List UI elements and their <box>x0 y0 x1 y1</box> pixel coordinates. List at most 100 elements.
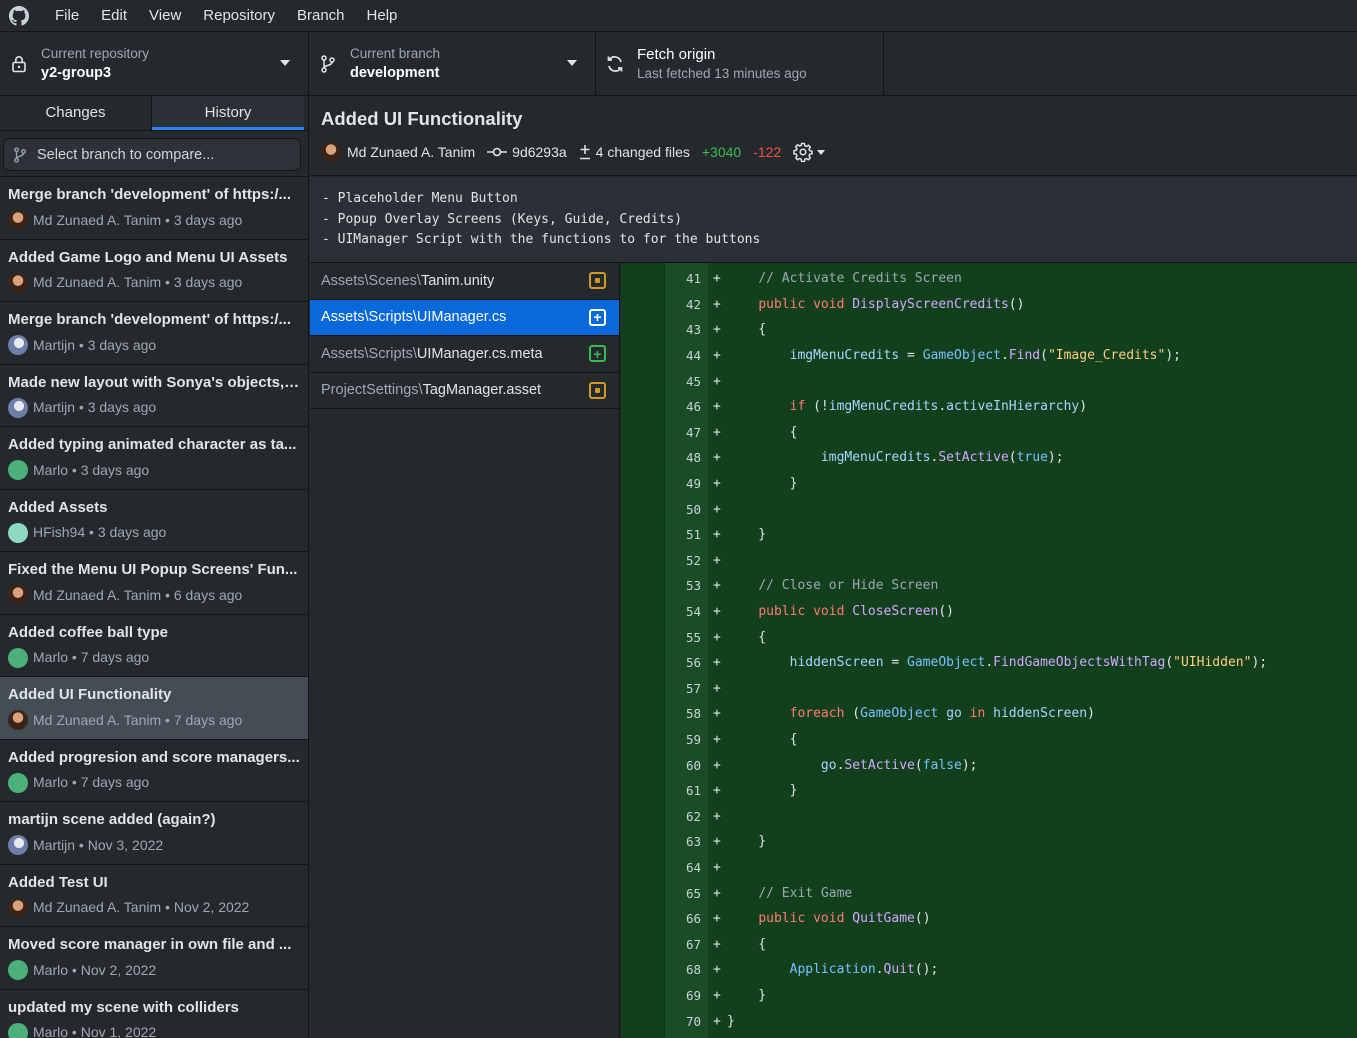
current-branch-button[interactable]: Current branch development <box>309 32 596 95</box>
diff-line-number[interactable]: 43 <box>621 322 703 337</box>
commit-list-item[interactable]: Added UI Functionality Md Zunaed A. Tanim… <box>0 677 308 740</box>
commit-list-item-time: Nov 2, 2022 <box>173 899 250 915</box>
changed-files-count: 4 changed files <box>595 144 690 160</box>
commit-list-item[interactable]: Merge branch 'development' of https:/...… <box>0 177 308 240</box>
code-token: Application <box>789 962 876 978</box>
diff-line-sign: + <box>713 808 721 824</box>
commit-list-item[interactable]: updated my scene with colliders Marlo • N… <box>0 990 308 1038</box>
diff-view[interactable]: 41 + // Activate Credits Screen 42 + public… <box>621 263 1357 1038</box>
diff-line-number[interactable]: 54 <box>621 604 703 619</box>
changed-file-item[interactable]: Assets\Scripts\ UIManager.cs + <box>310 299 619 336</box>
diff-line-number[interactable]: 49 <box>621 476 703 491</box>
commit-list-item-author: Marlo <box>33 461 69 478</box>
branch-compare-input[interactable]: Select branch to compare... <box>3 138 301 171</box>
tab-changes[interactable]: Changes <box>0 96 152 130</box>
menu-file[interactable]: File <box>44 0 90 31</box>
menu-branch[interactable]: Branch <box>286 0 356 31</box>
commit-sha[interactable]: 9d6293a <box>512 144 567 160</box>
diff-line-number[interactable]: 44 <box>621 348 703 363</box>
diff-line-number[interactable]: 67 <box>621 937 703 952</box>
diff-line-number[interactable]: 55 <box>621 630 703 645</box>
diff-line-number[interactable]: 65 <box>621 886 703 901</box>
diff-line-sign: + <box>713 501 721 517</box>
diff-line-number[interactable]: 52 <box>621 553 703 568</box>
deletions-count: -122 <box>753 144 782 160</box>
code-token: { <box>727 629 767 645</box>
bullet-separator: • <box>161 274 174 290</box>
current-repository-button[interactable]: Current repository y2-group3 <box>0 32 309 95</box>
diff-line-number[interactable]: 62 <box>621 809 703 824</box>
diff-line-code: foreach (GameObject go in hiddenScreen) <box>727 706 1095 721</box>
changed-files-list: Assets\Scenes\ Tanim.unity Assets\Scripts\… <box>310 263 620 1038</box>
diff-line-number[interactable]: 59 <box>621 732 703 747</box>
commit-list-item-title: Added UI Functionality <box>8 686 172 703</box>
tab-history[interactable]: History <box>152 96 304 130</box>
diff-line-number[interactable]: 41 <box>621 271 703 286</box>
commit-list-item-time: 3 days ago <box>173 274 243 290</box>
changed-file-item[interactable]: Assets\Scenes\ Tanim.unity <box>310 263 619 300</box>
diff-line: 67 + { <box>621 931 1357 957</box>
diff-line-number[interactable]: 47 <box>621 425 703 440</box>
code-token: if <box>789 399 806 415</box>
commit-list-item[interactable]: Added typing animated character as ta...… <box>0 427 308 490</box>
diff-line-number[interactable]: 63 <box>621 834 703 849</box>
code-token: void <box>813 911 845 927</box>
menu-help[interactable]: Help <box>356 0 409 31</box>
diff-settings-button[interactable] <box>793 142 826 162</box>
diff-line-sign: + <box>713 271 721 287</box>
commit-list-item-author: Md Zunaed A. Tanim <box>33 711 162 728</box>
commit-list-item[interactable]: Added Test UI Md Zunaed A. Tanim • Nov 2,… <box>0 865 308 927</box>
diff-line-number[interactable]: 60 <box>621 758 703 773</box>
commit-list-item-author: HFish94 <box>33 524 86 540</box>
commit-list-item-time: 3 days ago <box>80 461 150 478</box>
changed-file-item[interactable]: Assets\Scripts\ UIManager.cs.meta + <box>310 336 619 373</box>
diff-line-sign: + <box>713 424 721 440</box>
commit-list-item[interactable]: martijn scene added (again?) Martijn • No… <box>0 802 308 865</box>
diff-line-number[interactable]: 48 <box>621 450 703 465</box>
diff-line-number[interactable]: 46 <box>621 399 703 414</box>
commit-list-item-meta: Md Zunaed A. Tanim • 3 days ago <box>8 210 300 230</box>
diff-line-number[interactable]: 57 <box>621 681 703 696</box>
file-name: UIManager.cs <box>416 309 507 326</box>
code-token: public <box>758 911 806 927</box>
diff-line-number[interactable]: 70 <box>621 1014 703 1029</box>
diff-line-number[interactable]: 56 <box>621 655 703 670</box>
diff-line-number[interactable]: 69 <box>621 988 703 1003</box>
commit-list-item[interactable]: Added progresion and score managers... Ma… <box>0 740 308 802</box>
diff-line-code: { <box>727 425 798 440</box>
commit-list-item[interactable]: Added coffee ball type Marlo • 7 days ago <box>0 615 308 677</box>
commit-list-item[interactable]: Added Assets HFish94 • 3 days ago <box>0 490 308 552</box>
diff-line-number[interactable]: 45 <box>621 374 703 389</box>
diff-line-number[interactable]: 58 <box>621 706 703 721</box>
diff-line-number[interactable]: 61 <box>621 783 703 798</box>
changed-file-item[interactable]: ProjectSettings\ TagManager.asset <box>310 373 619 409</box>
menu-view[interactable]: View <box>138 0 192 31</box>
diff-line: 60 + go.SetActive(false); <box>621 752 1357 778</box>
diff-line-number[interactable]: 53 <box>621 578 703 593</box>
diff-line-number[interactable]: 42 <box>621 297 703 312</box>
commit-list-item[interactable]: Made new layout with Sonya's objects, ..… <box>0 365 308 427</box>
diff-line-number[interactable]: 50 <box>621 502 703 517</box>
commit-list-item[interactable]: Fixed the Menu UI Popup Screens' Fun... M… <box>0 552 308 615</box>
commit-list-item[interactable]: Added Game Logo and Menu UI Assets Md Zun… <box>0 240 308 302</box>
diff-line-number[interactable]: 68 <box>621 962 703 977</box>
diff-line-number[interactable]: 51 <box>621 527 703 542</box>
commit-list-item-author: Md Zunaed A. Tanim <box>33 899 162 915</box>
diff-line-number[interactable]: 64 <box>621 860 703 875</box>
commit-list-item-title: Added Assets <box>8 498 108 516</box>
menu-repository[interactable]: Repository <box>192 0 286 31</box>
commit-list-item[interactable]: Moved score manager in own file and ... M… <box>0 927 308 990</box>
commit-list-item[interactable]: Merge branch 'development' of https:/...… <box>0 302 308 365</box>
code-token: ) <box>1087 706 1095 722</box>
diff-line-number[interactable]: 66 <box>621 911 703 926</box>
diff-line-sign: + <box>713 731 721 747</box>
avatar <box>8 335 28 355</box>
code-token: true <box>1016 450 1048 466</box>
file-directory: Assets\Scripts\ <box>321 345 417 362</box>
menu-edit[interactable]: Edit <box>90 0 138 31</box>
fetch-origin-button[interactable]: Fetch origin Last fetched 13 minutes ago <box>596 32 884 95</box>
